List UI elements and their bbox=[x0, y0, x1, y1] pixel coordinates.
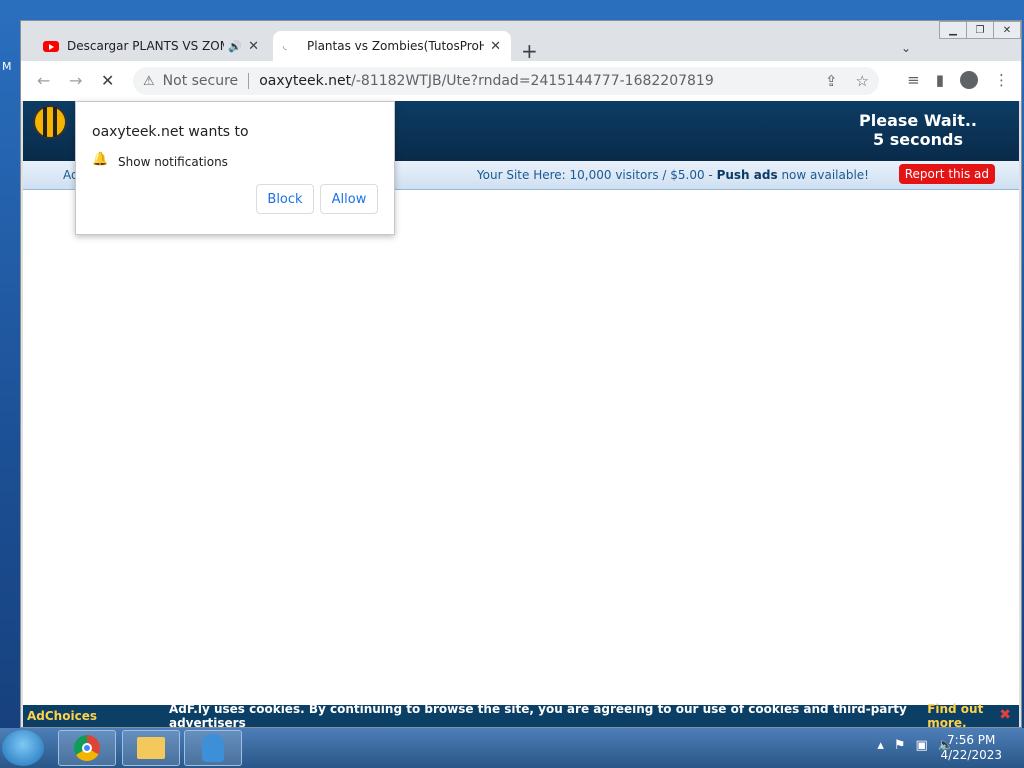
start-button-icon[interactable] bbox=[2, 730, 44, 766]
bell-icon: 🔔 bbox=[92, 152, 109, 167]
countdown: Please Wait.. 5 seconds bbox=[859, 111, 977, 149]
divider bbox=[248, 73, 250, 89]
side-panel-icon[interactable]: ▮ bbox=[936, 71, 944, 89]
forward-icon[interactable]: → bbox=[69, 71, 82, 90]
block-button[interactable]: Block bbox=[256, 184, 314, 214]
browser-window: ▁ ❐ ✕ Descargar PLANTS VS ZOMBIES 🔊 ✕ ◟ … bbox=[20, 20, 1022, 728]
taskbar-app[interactable] bbox=[184, 730, 242, 766]
url-host[interactable]: oaxyteek.net bbox=[259, 73, 351, 89]
clock[interactable]: 7:56 PM 4/22/2023 bbox=[940, 733, 1002, 763]
seconds-text: 5 seconds bbox=[873, 130, 963, 149]
prompt-title: oaxyteek.net wants to bbox=[92, 124, 249, 140]
desktop-edge-text: M bbox=[2, 60, 12, 73]
toolbar: ← → ✕ ⚠ Not secure oaxyteek.net/-81182WT… bbox=[21, 61, 1021, 101]
cookie-text: AdF.ly uses cookies. By continuing to br… bbox=[168, 702, 907, 727]
new-tab-icon[interactable]: + bbox=[521, 39, 538, 63]
loading-spinner-icon: ◟ bbox=[283, 40, 287, 52]
action-center-flag-icon[interactable]: ⚑ bbox=[894, 738, 906, 753]
clock-time: 7:56 PM bbox=[947, 733, 996, 747]
taskbar: ▴ ⚑ ▣ 🔈 7:56 PM 4/22/2023 bbox=[0, 728, 1024, 768]
network-icon[interactable]: ▣ bbox=[916, 738, 928, 753]
clock-date: 4/22/2023 bbox=[940, 748, 1002, 762]
permission-text: Show notifications bbox=[118, 155, 228, 169]
bookmark-star-icon[interactable]: ☆ bbox=[856, 72, 869, 90]
tab-strip: Descargar PLANTS VS ZOMBIES 🔊 ✕ ◟ Planta… bbox=[21, 27, 1021, 63]
not-secure-label[interactable]: Not secure bbox=[163, 73, 239, 89]
address-bar[interactable]: ⚠ Not secure oaxyteek.net/-81182WTJB/Ute… bbox=[133, 67, 879, 95]
promo-suffix: now available! bbox=[781, 168, 869, 182]
warning-icon[interactable]: ⚠ bbox=[143, 74, 155, 89]
tab-close-icon[interactable]: ✕ bbox=[248, 39, 259, 54]
push-ads-link[interactable]: Push ads bbox=[717, 168, 778, 182]
cookie-close-icon[interactable]: ✖ bbox=[999, 707, 1011, 723]
user-app-icon bbox=[202, 734, 224, 762]
menu-kebab-icon[interactable]: ⋮ bbox=[994, 71, 1009, 89]
media-control-icon[interactable]: ≡ bbox=[907, 71, 920, 89]
tab-label: Plantas vs Zombies(TutosProHD) bbox=[307, 39, 485, 53]
stop-loading-icon[interactable]: ✕ bbox=[101, 71, 114, 90]
tab-plantas[interactable]: ◟ Plantas vs Zombies(TutosProHD) ✕ bbox=[273, 31, 511, 61]
promo-text[interactable]: Your Site Here: 10,000 visitors / $5.00 … bbox=[477, 168, 869, 182]
profile-avatar-icon[interactable] bbox=[960, 71, 978, 89]
cookie-bar: AdChoices AdF.ly uses cookies. By contin… bbox=[23, 702, 1019, 727]
omnibox-actions: ⇪ ☆ bbox=[825, 72, 869, 90]
adfly-bee-logo bbox=[33, 105, 67, 139]
tab-descargar[interactable]: Descargar PLANTS VS ZOMBIES 🔊 ✕ bbox=[33, 31, 269, 61]
promo-prefix: Your Site Here: 10,000 visitors / $5.00 … bbox=[476, 168, 713, 182]
tab-close-icon[interactable]: ✕ bbox=[490, 39, 501, 54]
folder-icon bbox=[137, 737, 165, 759]
tray-expand-icon[interactable]: ▴ bbox=[877, 738, 884, 753]
chrome-icon bbox=[74, 735, 100, 761]
toolbar-right: ≡ ▮ ⋮ bbox=[907, 71, 1009, 89]
adchoices-link[interactable]: AdChoices bbox=[27, 709, 97, 723]
report-ad-button[interactable]: Report this ad bbox=[898, 164, 995, 184]
share-icon[interactable]: ⇪ bbox=[825, 72, 838, 90]
please-wait-text: Please Wait.. bbox=[859, 111, 977, 130]
allow-button[interactable]: Allow bbox=[320, 184, 378, 214]
taskbar-chrome[interactable] bbox=[58, 730, 116, 766]
back-icon[interactable]: ← bbox=[37, 71, 50, 90]
taskbar-explorer[interactable] bbox=[122, 730, 180, 766]
speaker-icon[interactable]: 🔊 bbox=[228, 40, 242, 53]
tab-search-chevron-icon[interactable]: ⌄ bbox=[901, 41, 911, 55]
notification-permission-prompt: oaxyteek.net wants to 🔔 Show notificatio… bbox=[75, 101, 395, 235]
youtube-icon bbox=[43, 40, 59, 52]
url-path[interactable]: /-81182WTJB/Ute?rndad=2415144777-1682207… bbox=[351, 73, 714, 89]
tab-label: Descargar PLANTS VS ZOMBIES bbox=[67, 39, 224, 53]
